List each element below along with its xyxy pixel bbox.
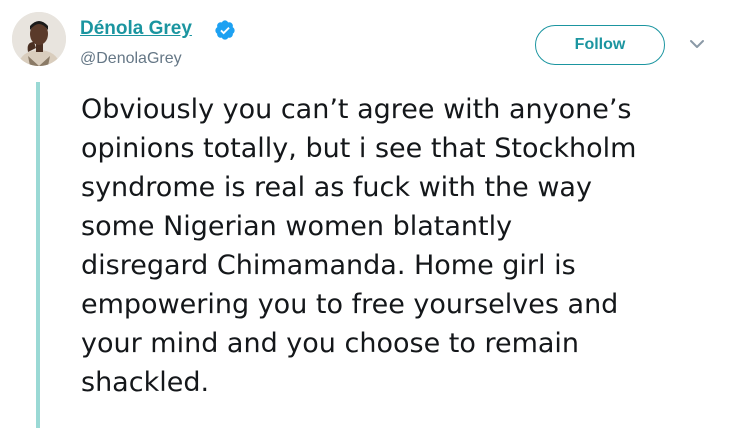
tweet-text: Obviously you can’t agree with anyone’s …	[81, 90, 731, 402]
profile-photo-icon	[12, 12, 66, 66]
thread-line	[36, 82, 40, 428]
author-handle[interactable]: @DenolaGrey	[80, 50, 182, 68]
tweet-text-line: some Nigerian women blatantly	[81, 211, 513, 242]
verified-badge-icon	[215, 20, 235, 40]
tweet-text-line: Obviously you can’t agree with anyone’s	[81, 94, 632, 125]
tweet-card: Dénola Grey @DenolaGrey Follow Obviously…	[0, 0, 745, 428]
tweet-text-line: shackled.	[81, 367, 210, 398]
tweet-text-line: disregard Chimamanda. Home girl is	[81, 250, 576, 281]
tweet-text-line: opinions totally, but i see that Stockho…	[81, 133, 637, 164]
chevron-down-icon[interactable]	[688, 38, 706, 50]
tweet-text-line: syndrome is real as fuck with the way	[81, 172, 592, 203]
tweet-text-line: your mind and you choose to remain	[81, 328, 580, 359]
tweet-text-line: empowering you to free yourselves and	[81, 289, 619, 320]
follow-button[interactable]: Follow	[535, 25, 665, 65]
author-name[interactable]: Dénola Grey	[80, 18, 192, 40]
avatar[interactable]	[12, 12, 66, 66]
